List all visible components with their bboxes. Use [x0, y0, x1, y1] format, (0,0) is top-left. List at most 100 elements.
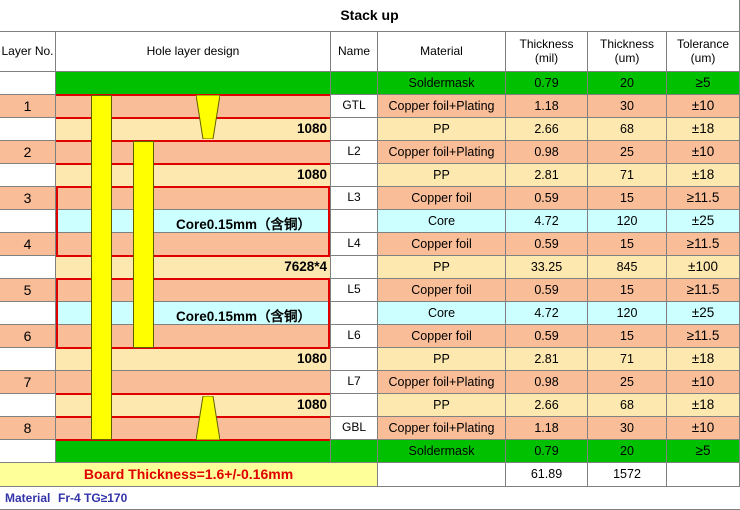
thickness-mil-cell: 2.81: [506, 348, 588, 371]
total-tolerance: [667, 463, 740, 487]
thickness-um-cell: 845: [588, 256, 667, 279]
material-cell: PP: [378, 118, 506, 141]
material-cell: Soldermask: [378, 440, 506, 463]
thickness-mil-cell: 0.59: [506, 325, 588, 348]
layer-no-cell: [0, 348, 56, 371]
micro-via-top: [196, 95, 220, 139]
material-value: Fr-4 TG≥170: [58, 491, 128, 505]
through-hole-via: [91, 95, 112, 440]
pp-label: 1080: [296, 167, 327, 182]
buried-via: [133, 141, 154, 348]
tolerance-cell: ≥5: [667, 72, 740, 95]
layer-no-cell: 5: [0, 279, 56, 302]
header-thickness-mil: Thickness (mil): [506, 32, 588, 72]
thickness-mil-cell: 0.59: [506, 187, 588, 210]
material-cell: Soldermask: [378, 72, 506, 95]
layer-no-cell: 8: [0, 417, 56, 440]
tolerance-cell: ±10: [667, 141, 740, 164]
header-tolerance: Tolerance (um): [667, 32, 740, 72]
tolerance-cell: ≥5: [667, 440, 740, 463]
material-cell: Copper foil: [378, 233, 506, 256]
layer-no-cell: [0, 394, 56, 417]
tolerance-cell: ±18: [667, 164, 740, 187]
layer-name-cell: GBL: [331, 417, 378, 440]
board-thickness-cell: Board Thickness=1.6+/-0.16mm: [0, 463, 378, 487]
thickness-mil-cell: 0.98: [506, 141, 588, 164]
thickness-mil-cell: 0.79: [506, 440, 588, 463]
thickness-um-cell: 71: [588, 348, 667, 371]
thickness-um-cell: 71: [588, 164, 667, 187]
thickness-mil-cell: 4.72: [506, 302, 588, 325]
header-thickness-um: Thickness (um): [588, 32, 667, 72]
tolerance-cell: ±18: [667, 118, 740, 141]
layer-name-cell: L6: [331, 325, 378, 348]
tolerance-cell: ±18: [667, 394, 740, 417]
total-spacer: [378, 463, 506, 487]
layer-name-cell: L5: [331, 279, 378, 302]
material-line: Material Fr-4 TG≥170: [0, 487, 740, 510]
layer-no-cell: [0, 72, 56, 95]
thickness-um-cell: 30: [588, 95, 667, 118]
material-cell: Copper foil+Plating: [378, 141, 506, 164]
pp-label: 1080: [296, 121, 327, 136]
tolerance-cell: ±10: [667, 371, 740, 394]
layer-no-cell: [0, 256, 56, 279]
tolerance-cell: ±100: [667, 256, 740, 279]
thickness-mil-cell: 2.66: [506, 394, 588, 417]
thickness-mil-cell: 33.25: [506, 256, 588, 279]
thickness-mil-cell: 0.59: [506, 279, 588, 302]
layer-no-cell: [0, 440, 56, 463]
layer-no-cell: 1: [0, 95, 56, 118]
material-cell: PP: [378, 164, 506, 187]
material-cell: Core: [378, 302, 506, 325]
material-cell: Copper foil+Plating: [378, 371, 506, 394]
material-cell: Copper foil+Plating: [378, 95, 506, 118]
page-title: Stack up: [0, 0, 740, 32]
tolerance-cell: ±25: [667, 210, 740, 233]
layer-no-cell: [0, 210, 56, 233]
material-cell: Copper foil: [378, 325, 506, 348]
layer-name-cell: [331, 256, 378, 279]
layer-name-cell: [331, 394, 378, 417]
tolerance-cell: ≥11.5: [667, 325, 740, 348]
thickness-mil-cell: 2.66: [506, 118, 588, 141]
thickness-um-cell: 25: [588, 371, 667, 394]
thickness-mil-cell: 0.98: [506, 371, 588, 394]
layer-name-cell: L2: [331, 141, 378, 164]
layer-no-cell: [0, 118, 56, 141]
pp-label: 7628*4: [284, 259, 327, 274]
layer-no-cell: 6: [0, 325, 56, 348]
tolerance-cell: ±10: [667, 95, 740, 118]
thickness-um-cell: 25: [588, 141, 667, 164]
tolerance-cell: ≥11.5: [667, 279, 740, 302]
thickness-mil-cell: 1.18: [506, 417, 588, 440]
material-cell: Copper foil+Plating: [378, 417, 506, 440]
header-layer-no: Layer No.: [0, 32, 56, 72]
thickness-mil-cell: 0.59: [506, 233, 588, 256]
layer-name-cell: [331, 348, 378, 371]
layer-name-cell: L3: [331, 187, 378, 210]
header-name: Name: [331, 32, 378, 72]
tolerance-cell: ±25: [667, 302, 740, 325]
stackup-sheet: Stack up Layer No. Hole layer design Nam…: [0, 0, 740, 510]
layer-name-cell: [331, 210, 378, 233]
pp-label: 1080: [296, 397, 327, 412]
layer-no-cell: 4: [0, 233, 56, 256]
header-material: Material: [378, 32, 506, 72]
layer-name-cell: GTL: [331, 95, 378, 118]
layer-name-cell: [331, 302, 378, 325]
thickness-um-cell: 68: [588, 394, 667, 417]
layer-no-cell: 2: [0, 141, 56, 164]
header-hole-design: Hole layer design: [56, 32, 331, 72]
thickness-um-cell: 120: [588, 302, 667, 325]
thickness-mil-cell: 0.79: [506, 72, 588, 95]
thickness-um-cell: 15: [588, 279, 667, 302]
tolerance-cell: ≥11.5: [667, 187, 740, 210]
hole-design-cell: [56, 72, 331, 95]
thickness-um-cell: 15: [588, 187, 667, 210]
thickness-um-cell: 120: [588, 210, 667, 233]
pp-label: 1080: [296, 351, 327, 366]
layer-name-cell: L7: [331, 371, 378, 394]
thickness-um-cell: 15: [588, 325, 667, 348]
total-thickness-mil: 61.89: [506, 463, 588, 487]
